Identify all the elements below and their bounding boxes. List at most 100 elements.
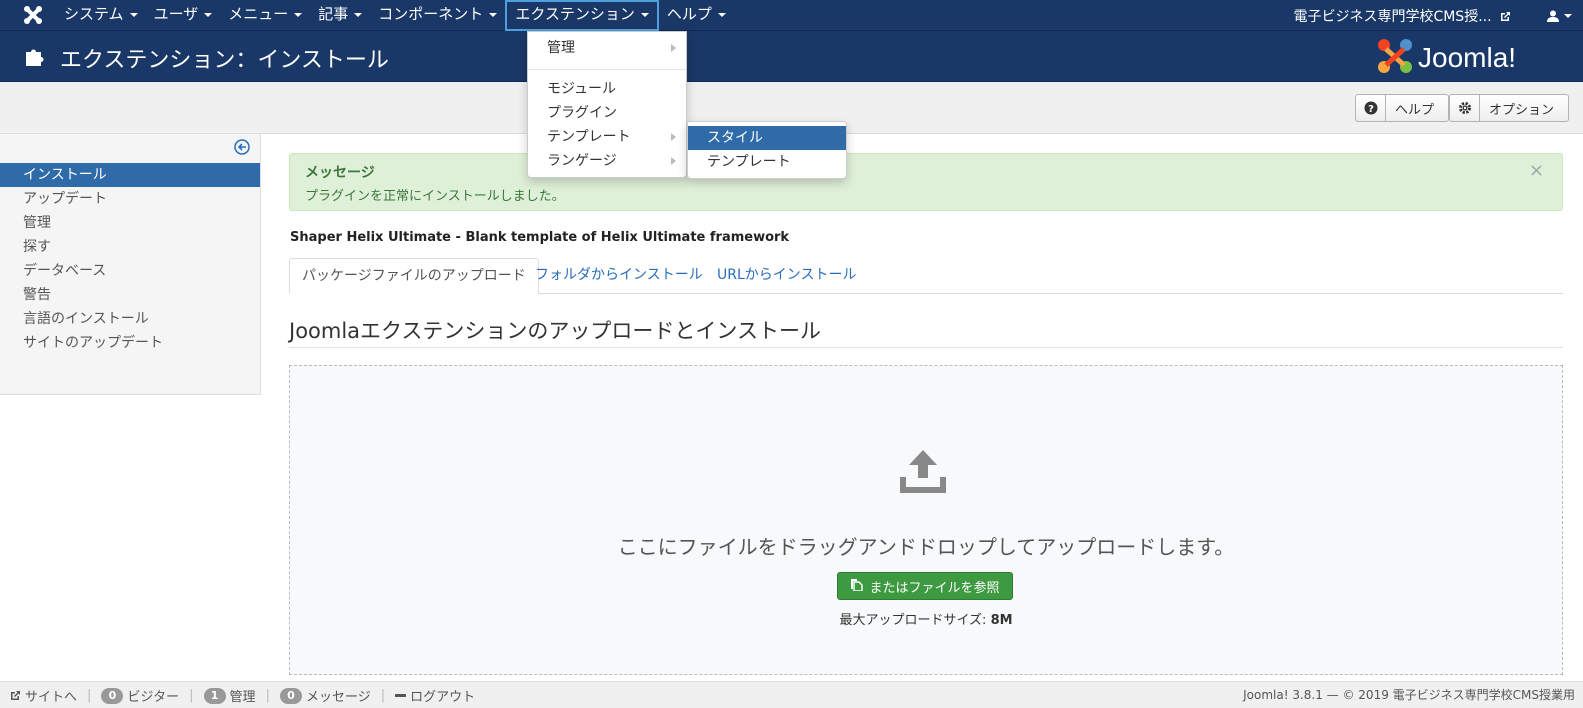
nav-content[interactable]: 記事 (310, 0, 370, 31)
caret-down-icon (294, 12, 303, 17)
page-header: エクステンション：インストール Joomla! (0, 31, 1583, 82)
chevron-right-icon (671, 44, 676, 52)
caret-down-icon (640, 12, 649, 17)
submenu-item-styles[interactable]: スタイル (688, 126, 846, 150)
close-icon[interactable]: × (1529, 160, 1544, 181)
site-link[interactable]: 電子ビジネス専門学校CMS授... (1293, 6, 1535, 26)
messages-label: メッセージ (305, 690, 371, 705)
tab-install-folder[interactable]: フォルダからインストール (523, 258, 715, 294)
separator: | (87, 688, 92, 703)
max-upload-label: 最大アップロードサイズ: (839, 613, 987, 628)
help-button[interactable]: ? ヘルプ (1355, 94, 1450, 122)
sidebar: インストール アップデート 管理 探す データベース 警告 言語のインストール … (0, 134, 261, 395)
browse-file-label: またはファイルを参照 (869, 580, 1000, 596)
sidebar-item-discover[interactable]: 探す (0, 235, 260, 259)
nav-label: メニュー (228, 5, 289, 23)
sidebar-item-manage[interactable]: 管理 (0, 211, 260, 235)
templates-submenu: スタイル テンプレート (687, 121, 847, 179)
visitors-label: ビジター (127, 690, 180, 705)
status-bar: サイトへ | 0 ビジター | 1 管理 | 0 メッセージ | ログアウト J… (0, 681, 1583, 708)
dropdown-divider (528, 69, 686, 70)
gear-icon (1450, 95, 1480, 121)
logout-link[interactable]: ログアウト (395, 686, 475, 705)
nav-system[interactable]: システム (56, 0, 146, 31)
dropdown-item-languages[interactable]: ランゲージ (528, 149, 686, 173)
dropdown-item-label: ランゲージ (547, 153, 617, 169)
tab-install-url[interactable]: URLからインストール (705, 258, 869, 294)
visitors-badge: 0 (101, 687, 124, 704)
max-upload-value: 8M (990, 613, 1013, 628)
visitors-status: 0 ビジター (101, 686, 179, 705)
sidebar-item-update[interactable]: アップデート (0, 187, 260, 211)
svg-text:?: ? (1368, 104, 1374, 115)
view-site-label: サイトへ (25, 690, 78, 705)
options-button-label: オプション (1489, 102, 1555, 118)
separator: | (189, 688, 194, 703)
dropdown-item-modules[interactable]: モジュール (528, 77, 686, 101)
nav-extensions[interactable]: エクステンション (505, 0, 659, 31)
admins-label: 管理 (229, 690, 256, 705)
nav-label: エクステンション (515, 5, 635, 23)
dropzone-text: ここにファイルをドラッグアンドドロップしてアップロードします。 (617, 535, 1235, 559)
sidebar-item-database[interactable]: データベース (0, 259, 260, 283)
chevron-right-icon (671, 157, 676, 165)
nav-label: システム (64, 5, 124, 23)
copy-file-icon (850, 578, 864, 595)
sidebar-item-update-sites[interactable]: サイトのアップデート (0, 331, 260, 355)
joomla-menu-icon[interactable] (22, 4, 44, 26)
separator: | (380, 688, 386, 703)
view-site-link[interactable]: サイトへ (10, 686, 77, 705)
dropdown-item-templates[interactable]: テンプレート (528, 125, 686, 149)
nav-help[interactable]: ヘルプ (659, 0, 734, 31)
nav-menus[interactable]: メニュー (220, 0, 310, 31)
nav-label: 記事 (318, 5, 349, 23)
dropdown-item-plugins[interactable]: プラグイン (528, 101, 686, 125)
collapse-sidebar-icon[interactable] (234, 139, 250, 159)
sidebar-item-install-languages[interactable]: 言語のインストール (0, 307, 260, 331)
caret-down-icon (1563, 13, 1572, 18)
browse-file-button[interactable]: またはファイルを参照 (837, 572, 1013, 600)
separator: | (265, 688, 270, 703)
caret-down-icon (354, 12, 363, 17)
admins-status: 1 管理 (203, 686, 256, 705)
alert-title: メッセージ (305, 165, 375, 181)
copyright: Joomla! 3.8.1 — © 2019 電子ビジネス専門学校CMS授業用 (1243, 688, 1575, 702)
user-menu[interactable] (1535, 0, 1583, 31)
nav-users[interactable]: ユーザ (146, 0, 221, 31)
sidebar-item-warnings[interactable]: 警告 (0, 283, 260, 307)
package-name: Shaper Helix Ultimate - Blank template o… (290, 230, 790, 245)
admins-badge: 1 (203, 687, 226, 704)
caret-down-icon (489, 12, 498, 17)
upload-dropzone[interactable]: ここにファイルをドラッグアンドドロップしてアップロードします。 またはファイルを… (289, 365, 1563, 675)
external-link-icon (11, 691, 20, 700)
nav-label: ユーザ (153, 5, 199, 23)
install-tabs: パッケージファイルのアップロード フォルダからインストール URLからインストー… (289, 258, 1563, 294)
top-navbar: システム ユーザ メニュー 記事 コンポーネント エクステンション ヘルプ 電子… (0, 0, 1583, 31)
joomla-logo: Joomla! (1376, 37, 1558, 81)
submenu-item-templates[interactable]: テンプレート (688, 150, 846, 174)
question-icon: ? (1356, 95, 1386, 121)
messages-badge: 0 (279, 687, 302, 704)
dropdown-item-label: テンプレート (547, 129, 631, 145)
messages-link[interactable]: 0 メッセージ (279, 686, 371, 705)
external-link-icon (1501, 12, 1510, 21)
site-link-label: 電子ビジネス専門学校CMS授... (1293, 8, 1492, 25)
nav-label: コンポーネント (378, 5, 484, 23)
nav-components[interactable]: コンポーネント (370, 0, 505, 31)
help-button-label: ヘルプ (1395, 102, 1435, 118)
dropdown-item-manage[interactable]: 管理 (528, 36, 686, 60)
puzzle-icon (24, 45, 46, 71)
max-upload-size: 最大アップロードサイズ: 8M (290, 609, 1562, 628)
dropdown-item-label: 管理 (547, 40, 575, 56)
tab-upload-package[interactable]: パッケージファイルのアップロード (289, 258, 539, 294)
page-title: エクステンション：インストール (60, 48, 389, 73)
caret-down-icon (129, 12, 138, 17)
minus-icon (395, 694, 407, 697)
nav-label: ヘルプ (666, 5, 712, 23)
alert-message: プラグインを正常にインストールしました。 (305, 189, 565, 204)
sidebar-item-install[interactable]: インストール (0, 163, 260, 187)
caret-down-icon (717, 12, 726, 17)
success-alert: メッセージ プラグインを正常にインストールしました。 × (289, 153, 1563, 211)
options-button[interactable]: オプション (1449, 94, 1570, 122)
section-title: Joomlaエクステンションのアップロードとインストール (289, 315, 1563, 348)
